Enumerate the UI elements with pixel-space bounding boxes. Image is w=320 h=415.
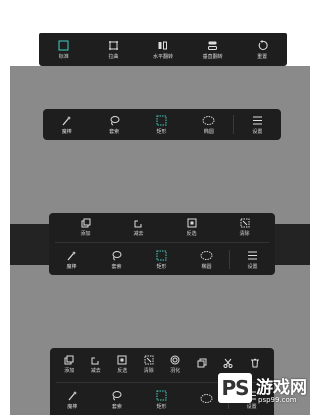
op-subtract[interactable]: 减去 <box>83 348 110 380</box>
op-label: 羽化 <box>170 367 181 374</box>
op-label: 反选 <box>117 367 128 374</box>
tool-label: 拉曲 <box>108 53 119 60</box>
rect-select-icon <box>156 390 167 400</box>
invert-selection-icon <box>187 218 196 227</box>
tool-reset[interactable]: 重置 <box>237 33 287 66</box>
subtract-selection-icon <box>134 218 143 227</box>
tool-perspective[interactable]: 拉曲 <box>89 33 139 66</box>
tool-magic-wand[interactable]: 魔棒 <box>49 244 94 275</box>
watermark-logo: PS <box>218 373 252 403</box>
flip-horizontal-icon <box>158 41 168 49</box>
tool-label: 套索 <box>109 128 120 135</box>
magic-wand-icon <box>67 250 76 260</box>
crop-square-icon <box>58 40 69 50</box>
op-label: 清除 <box>239 230 250 237</box>
tool-rect-select[interactable]: 矩形 <box>138 109 185 140</box>
tool-settings[interactable]: 设置 <box>234 109 281 140</box>
tool-label: 矩形 <box>156 263 167 270</box>
op-feather[interactable]: 羽化 <box>162 348 189 380</box>
rect-select-icon <box>156 250 167 260</box>
tool-label: 椭圆 <box>203 128 214 135</box>
rect-select-icon <box>156 115 167 125</box>
flip-vertical-icon <box>208 41 218 50</box>
op-label: 添加 <box>80 230 91 237</box>
tool-lasso[interactable]: 套索 <box>94 244 139 275</box>
copy-icon <box>197 358 207 367</box>
magic-wand-icon <box>62 115 72 125</box>
tool-flip-horizontal[interactable]: 水平翻转 <box>138 33 188 66</box>
op-clear[interactable]: 清除 <box>136 348 163 380</box>
op-label: 清除 <box>143 367 154 374</box>
watermark: PS 游戏网 psp99.com <box>218 371 318 413</box>
clear-selection-icon <box>144 355 154 364</box>
tool-magic-wand[interactable]: 魔棒 <box>43 109 90 140</box>
tool-label: 矩形 <box>156 403 167 410</box>
op-label: 减去 <box>133 230 144 237</box>
watermark-site: 游戏网 <box>256 378 307 398</box>
tool-label: 椭圆 <box>201 263 212 270</box>
selection-ops-row: 添加 减去 反选 清除 <box>59 213 271 241</box>
tool-standard[interactable]: 标准 <box>39 33 89 66</box>
selection-toolbar: 魔棒 套索 矩形 椭圆 设置 <box>43 109 281 140</box>
add-selection-icon <box>64 355 74 364</box>
clear-selection-icon <box>240 218 249 227</box>
tool-label: 设置 <box>252 128 263 135</box>
tool-ellipse-select[interactable]: 椭圆 <box>184 244 229 275</box>
op-add[interactable]: 添加 <box>59 213 112 241</box>
tool-flip-vertical[interactable]: 垂直翻转 <box>188 33 238 66</box>
perspective-icon <box>108 40 118 50</box>
lasso-icon <box>110 115 120 125</box>
reset-icon <box>258 39 268 50</box>
tool-ellipse-select[interactable]: 椭圆 <box>185 109 232 140</box>
subtract-selection-icon <box>91 355 100 364</box>
cut-icon <box>223 358 233 368</box>
magic-wand-icon <box>68 390 77 400</box>
selection-tools-row: 魔棒 套索 矩形 椭圆 设置 <box>49 244 275 275</box>
menu-icon <box>252 116 262 124</box>
tool-label: 水平翻转 <box>152 53 173 60</box>
menu-icon <box>248 251 257 259</box>
tool-settings[interactable]: 设置 <box>230 244 275 275</box>
tool-label: 标准 <box>58 53 69 60</box>
watermark-url: psp99.com <box>258 396 297 404</box>
ellipse-select-icon <box>200 250 213 260</box>
tool-rect-select[interactable]: 矩形 <box>139 384 184 415</box>
tool-rect-select[interactable]: 矩形 <box>139 244 184 275</box>
tool-label: 设置 <box>247 263 258 270</box>
invert-selection-icon <box>117 355 127 364</box>
tool-label: 魔棒 <box>61 128 72 135</box>
tool-label: 矩形 <box>156 128 167 135</box>
feather-icon <box>170 355 180 364</box>
tool-label: 垂直翻转 <box>202 53 223 60</box>
lasso-icon <box>112 250 122 260</box>
tool-lasso[interactable]: 套索 <box>90 109 137 140</box>
tool-label: 魔棒 <box>67 403 78 410</box>
op-subtract[interactable]: 减去 <box>112 213 165 241</box>
add-selection-icon <box>81 218 90 227</box>
tool-label: 重置 <box>257 53 268 60</box>
tool-magic-wand[interactable]: 魔棒 <box>50 384 95 415</box>
op-clear[interactable]: 清除 <box>218 213 271 241</box>
tool-label: 套索 <box>111 263 122 270</box>
tool-lasso[interactable]: 套索 <box>95 384 140 415</box>
op-copy[interactable] <box>189 348 216 380</box>
op-add[interactable]: 添加 <box>56 348 83 380</box>
row-divider <box>55 242 269 243</box>
op-label: 减去 <box>90 367 101 374</box>
op-label: 反选 <box>186 230 197 237</box>
op-invert[interactable]: 反选 <box>165 213 218 241</box>
lasso-icon <box>112 390 122 400</box>
top-toolbar: 标准 拉曲 水平翻转 垂直翻转 重置 <box>39 33 287 66</box>
ellipse-select-icon <box>200 393 213 403</box>
ellipse-select-icon <box>202 115 215 125</box>
op-invert[interactable]: 反选 <box>109 348 136 380</box>
tool-label: 魔棒 <box>66 263 77 270</box>
trash-icon <box>250 358 259 367</box>
selection-panel-expanded: 添加 减去 反选 清除 魔棒 套索 矩形 椭圆 设置 <box>49 213 275 275</box>
tool-label: 套索 <box>111 403 122 410</box>
op-label: 添加 <box>64 367 75 374</box>
